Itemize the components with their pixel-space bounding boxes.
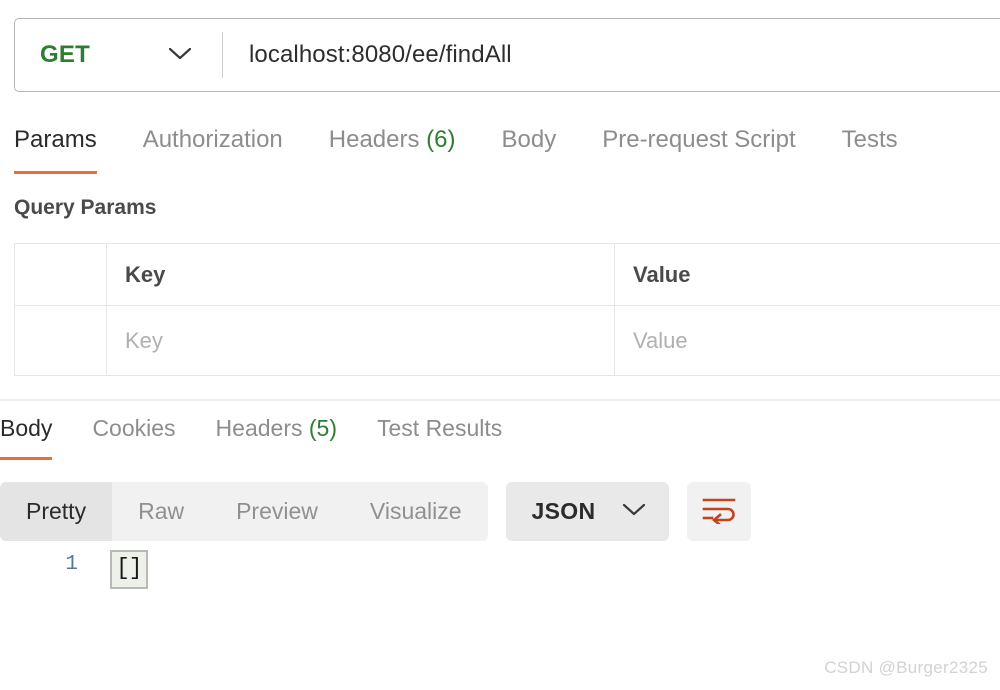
response-tab-test-results-label: Test Results: [377, 415, 503, 441]
code-line-number: 1: [65, 553, 78, 576]
row-value-input[interactable]: Value: [614, 305, 1000, 376]
response-tab-cookies-label: Cookies: [92, 415, 176, 441]
response-body-viewer[interactable]: 1 []: [0, 548, 1000, 589]
request-tab-authorization[interactable]: Authorization: [143, 126, 283, 174]
request-tab-bar: Params Authorization Headers (6) Body Pr…: [14, 124, 944, 174]
header-cell-checkbox: [14, 243, 107, 306]
query-params-title: Query Params: [14, 196, 157, 219]
response-format-label: JSON: [531, 498, 596, 524]
code-line-content: []: [110, 548, 148, 589]
http-method-select[interactable]: GET: [15, 19, 222, 91]
response-view-toolbar: Pretty Raw Preview Visualize JSON: [0, 482, 752, 541]
request-tab-params-label: Params: [14, 126, 97, 153]
request-tab-headers[interactable]: Headers (6): [329, 126, 456, 174]
header-label-value: Value: [633, 261, 691, 287]
request-tab-tests-label: Tests: [841, 126, 898, 153]
header-cell-key: Key: [106, 243, 615, 306]
query-params-table: Key Value Key Value: [14, 243, 1000, 376]
row-key-input[interactable]: Key: [106, 305, 615, 376]
row-value-placeholder: Value: [633, 327, 688, 353]
http-method-label: GET: [40, 41, 90, 68]
response-tab-test-results[interactable]: Test Results: [377, 415, 502, 460]
view-mode-visualize-label: Visualize: [369, 498, 462, 524]
table-header-row: Key Value: [14, 243, 1000, 306]
response-tab-bar: Body Cookies Headers (5) Test Results: [0, 412, 542, 460]
response-view-segmented-control: Pretty Raw Preview Visualize: [0, 482, 488, 541]
request-tab-headers-label: Headers: [328, 126, 420, 153]
response-tab-cookies[interactable]: Cookies: [92, 415, 175, 460]
view-mode-pretty-label: Pretty: [26, 498, 87, 524]
request-tab-params[interactable]: Params: [14, 126, 97, 174]
view-mode-preview[interactable]: Preview: [210, 482, 344, 541]
view-mode-visualize[interactable]: Visualize: [344, 482, 488, 541]
view-mode-raw-label: Raw: [138, 498, 185, 524]
response-tab-body[interactable]: Body: [0, 415, 53, 460]
view-mode-preview-label: Preview: [236, 498, 318, 524]
request-tab-tests[interactable]: Tests: [842, 126, 898, 174]
chevron-down-icon: [621, 502, 647, 522]
view-mode-pretty[interactable]: Pretty: [0, 482, 113, 541]
word-wrap-icon: [701, 494, 737, 529]
table-row: Key Value: [14, 305, 1000, 376]
request-tab-body[interactable]: Body: [502, 126, 557, 174]
row-key-placeholder: Key: [125, 327, 163, 353]
chevron-down-icon: [166, 45, 194, 66]
header-cell-value: Value: [614, 243, 1000, 306]
response-tab-headers[interactable]: Headers (5): [216, 415, 337, 460]
request-tab-headers-count: (6): [426, 126, 456, 153]
header-label-key: Key: [125, 261, 166, 287]
response-format-select[interactable]: JSON: [505, 482, 670, 541]
response-tab-headers-count: (5): [308, 415, 337, 441]
view-mode-raw[interactable]: Raw: [112, 482, 210, 541]
watermark: CSDN @Burger2325: [824, 658, 988, 677]
word-wrap-button[interactable]: [687, 482, 752, 541]
response-tab-headers-label: Headers: [215, 415, 303, 441]
request-tab-pre-request-script-label: Pre-request Script: [602, 126, 796, 153]
row-checkbox-cell[interactable]: [14, 305, 107, 376]
response-tab-body-label: Body: [0, 415, 53, 441]
request-tab-authorization-label: Authorization: [142, 126, 283, 153]
request-tab-body-label: Body: [501, 126, 557, 153]
panel-divider: [0, 399, 1000, 401]
request-url-input[interactable]: localhost:8080/ee/findAll: [223, 41, 1000, 69]
request-url-bar: GET localhost:8080/ee/findAll: [14, 18, 1000, 92]
json-empty-array: []: [110, 550, 148, 589]
request-tab-pre-request-script[interactable]: Pre-request Script: [602, 126, 795, 174]
